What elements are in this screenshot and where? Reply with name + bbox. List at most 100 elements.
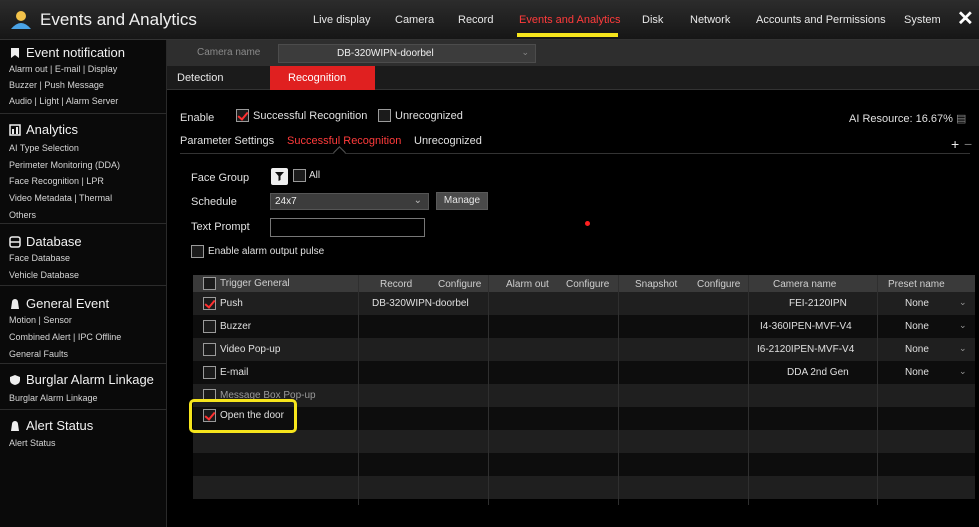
header-record: Record (380, 279, 413, 290)
sidebar-section-general-event: General Event Motion | Sensor Combined A… (0, 286, 167, 364)
sidebar-head-database[interactable]: Database (9, 234, 82, 249)
close-icon[interactable]: ✕ (957, 9, 974, 29)
header-snapshot-configure[interactable]: Configure (697, 279, 740, 290)
preset-select[interactable]: None (905, 321, 929, 332)
subtab-unrecognized[interactable]: Unrecognized (414, 135, 482, 147)
sidebar-item[interactable]: Vehicle Database (9, 270, 79, 280)
alarm-output-pulse-toggle[interactable]: Enable alarm output pulse (191, 245, 324, 258)
column-divider (488, 275, 489, 505)
unrecognized-toggle[interactable]: Unrecognized (378, 109, 463, 122)
preset-select[interactable]: None (905, 298, 929, 309)
filter-icon (275, 172, 284, 181)
analytics-icon (9, 123, 21, 136)
manage-button[interactable]: Manage (436, 192, 488, 210)
nav-network[interactable]: Network (690, 14, 730, 26)
sidebar-item[interactable]: Perimeter Monitoring (DDA) (9, 160, 120, 170)
tab-detection[interactable]: Detection (177, 72, 223, 84)
header-alarm-configure[interactable]: Configure (566, 279, 609, 290)
sidebar-item[interactable]: Others (9, 210, 36, 220)
text-prompt-input[interactable] (270, 218, 425, 237)
preset-camera-name: I4-360IPEN-MVF-V4 (760, 321, 852, 332)
sidebar-section-event-notification: Event notification Alarm out | E-mail | … (0, 40, 167, 114)
table-row (193, 338, 975, 361)
sidebar-item[interactable]: Burglar Alarm Linkage (9, 393, 98, 403)
sidebar-head-analytics[interactable]: Analytics (9, 122, 78, 137)
column-divider (358, 275, 359, 505)
chevron-down-icon[interactable]: ⌄ (959, 297, 967, 308)
camera-name-select[interactable]: DB-320WIPN-doorbel ⌄ (278, 44, 536, 63)
sidebar-head-burglar-alarm[interactable]: Burglar Alarm Linkage (9, 372, 154, 387)
video-popup-checkbox[interactable] (203, 343, 216, 356)
preset-select[interactable]: None (905, 344, 929, 355)
sidebar-head-alert-status[interactable]: Alert Status (9, 418, 93, 433)
nav-live-display[interactable]: Live display (313, 14, 370, 26)
schedule-select[interactable]: 24x7 ⌄ (270, 193, 429, 210)
table-row (193, 361, 975, 384)
successful-recognition-checkbox[interactable] (236, 109, 249, 122)
nav-accounts-permissions[interactable]: Accounts and Permissions (756, 14, 886, 26)
filter-button[interactable] (271, 168, 288, 185)
face-group-all-toggle[interactable]: All (293, 169, 320, 182)
add-icon[interactable]: + (951, 136, 959, 152)
header-snapshot: Snapshot (635, 279, 678, 290)
sidebar-section-database: Database Face Database Vehicle Database (0, 224, 167, 286)
app-title: Events and Analytics (40, 10, 197, 29)
face-group-all-checkbox[interactable] (293, 169, 306, 182)
nav-camera[interactable]: Camera (395, 14, 434, 26)
sidebar-item[interactable]: Alarm out | E-mail | Display (9, 64, 117, 74)
buzzer-checkbox[interactable] (203, 320, 216, 333)
sidebar-item[interactable]: Alert Status (9, 438, 56, 448)
nav-system[interactable]: System (904, 14, 941, 26)
trigger-email[interactable]: E-mail (203, 366, 248, 379)
push-checkbox[interactable] (203, 297, 216, 310)
sidebar-head-event-notification[interactable]: Event notification (9, 45, 125, 60)
chevron-down-icon[interactable]: ⌄ (959, 320, 967, 331)
trigger-buzzer[interactable]: Buzzer (203, 320, 251, 333)
nav-disk[interactable]: Disk (642, 14, 663, 26)
alarm-output-pulse-checkbox[interactable] (191, 245, 204, 258)
recording-indicator-dot (585, 221, 590, 226)
preset-select[interactable]: None (905, 367, 929, 378)
unrecognized-checkbox[interactable] (378, 109, 391, 122)
sidebar: Event notification Alarm out | E-mail | … (0, 40, 167, 527)
sidebar-item[interactable]: General Faults (9, 349, 68, 359)
sidebar-item[interactable]: Video Metadata | Thermal (9, 193, 112, 203)
select-all-checkbox[interactable] (203, 277, 216, 290)
nav-record[interactable]: Record (458, 14, 493, 26)
table-row (193, 476, 975, 499)
general-event-icon (11, 298, 19, 309)
header-preset-name: Preset name (888, 279, 945, 290)
record-camera-value[interactable]: DB-320WIPN-doorbel (372, 298, 469, 309)
subtab-successful-recognition[interactable]: Successful Recognition (287, 135, 401, 147)
events-app-icon (11, 11, 31, 29)
chevron-down-icon[interactable]: ⌄ (959, 343, 967, 354)
enable-label: Enable (180, 112, 215, 124)
tab-recognition[interactable]: Recognition (270, 66, 375, 90)
sidebar-head-general-event[interactable]: General Event (9, 296, 109, 311)
sidebar-item[interactable]: Combined Alert | IPC Offline (9, 332, 121, 342)
sidebar-item[interactable]: Face Database (9, 253, 70, 263)
header-camera-name: Camera name (773, 279, 837, 290)
sidebar-item[interactable]: Buzzer | Push Message (9, 80, 104, 90)
remove-icon[interactable]: − (964, 136, 972, 152)
database-icon (9, 235, 21, 248)
trigger-video-popup[interactable]: Video Pop-up (203, 343, 280, 356)
table-row (193, 315, 975, 338)
trigger-select-all[interactable]: Trigger General (203, 277, 290, 290)
header-record-configure[interactable]: Configure (438, 279, 481, 290)
sidebar-section-alert-status: Alert Status Alert Status (0, 410, 167, 454)
sidebar-item[interactable]: Face Recognition | LPR (9, 176, 104, 186)
sidebar-item[interactable]: AI Type Selection (9, 143, 79, 153)
preset-camera-name: DDA 2nd Gen (787, 367, 849, 378)
shield-icon (10, 374, 20, 385)
sidebar-item[interactable]: Audio | Light | Alarm Server (9, 96, 118, 106)
sidebar-section-burglar-alarm: Burglar Alarm Linkage Burglar Alarm Link… (0, 364, 167, 410)
top-bar: Events and Analytics Live display Camera… (0, 0, 979, 40)
trigger-push[interactable]: Push (203, 297, 243, 310)
chevron-down-icon[interactable]: ⌄ (959, 366, 967, 377)
email-checkbox[interactable] (203, 366, 216, 379)
sidebar-item[interactable]: Motion | Sensor (9, 315, 72, 325)
nav-events-analytics[interactable]: Events and Analytics (519, 14, 621, 26)
successful-recognition-toggle[interactable]: Successful Recognition (236, 109, 367, 122)
subtab-parameter-settings[interactable]: Parameter Settings (180, 135, 274, 147)
